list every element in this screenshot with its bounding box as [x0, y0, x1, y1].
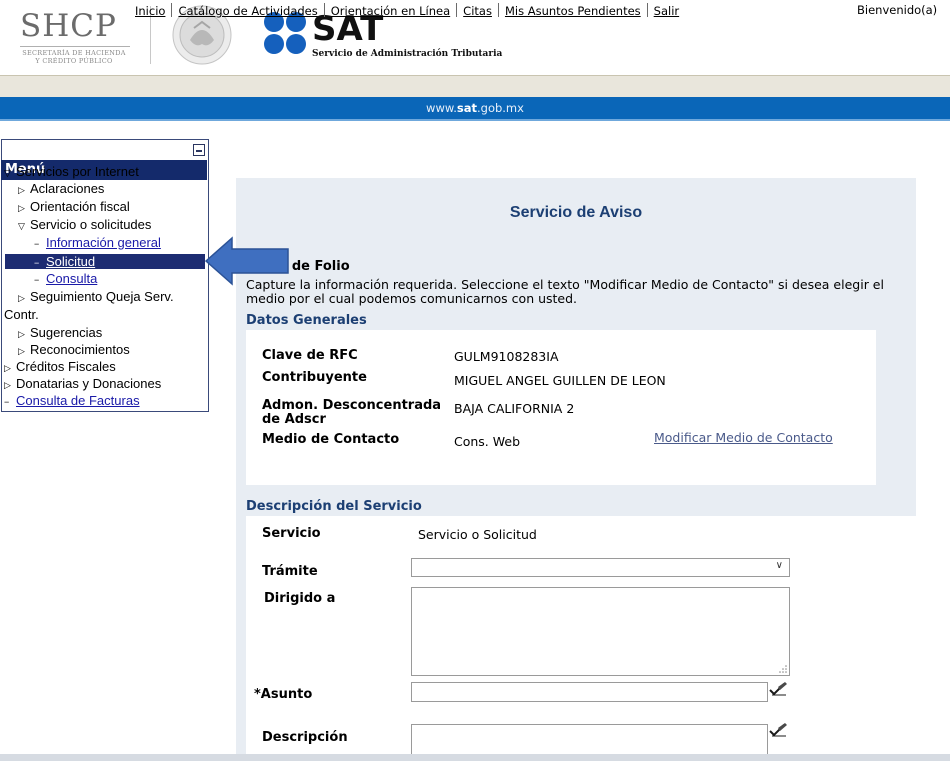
tramite-select[interactable]: ∨ [411, 558, 790, 577]
nav-separator [323, 3, 325, 17]
menu-item-label: Servicio o solicitudes [30, 217, 152, 232]
sat-logo-subtitle: Servicio de Administración Tributaria [312, 49, 503, 59]
collapsed-triangle-icon: ▷ [4, 363, 11, 373]
collapsed-triangle-icon: ▷ [4, 380, 11, 390]
shcp-logo-text: SHCP [20, 8, 117, 44]
admon-label-line1: Admon. Desconcentrada [262, 398, 442, 413]
menu-item-seguimiento-queja[interactable]: ▷ Seguimiento Queja Serv. [18, 289, 174, 304]
site-url-suffix: .gob.mx [476, 101, 524, 115]
admon-value: BAJA CALIFORNIA 2 [454, 401, 575, 416]
menu-item-consulta[interactable]: − Consulta [34, 271, 97, 286]
modificar-medio-link[interactable]: Modificar Medio de Contacto [654, 430, 833, 445]
dash-icon: − [34, 275, 40, 285]
nav-citas-link[interactable]: Citas [463, 4, 492, 18]
menu-item-donatarias[interactable]: ▷ Donatarias y Donaciones [4, 376, 161, 391]
menu-item-servicio-solicitudes[interactable]: ▽ Servicio o solicitudes [18, 217, 151, 232]
asunto-input[interactable] [411, 682, 768, 702]
menu-item-link[interactable]: Solicitud [46, 254, 95, 269]
menu-item-consulta-facturas[interactable]: − Consulta de Facturas [4, 393, 140, 408]
annotation-arrow-icon [204, 236, 289, 286]
menu-item-informacion-general[interactable]: − Información general [34, 235, 161, 250]
spellcheck-icon[interactable] [768, 722, 788, 738]
menu-item-label: Sugerencias [30, 325, 103, 340]
menu-item-sugerencias[interactable]: ▷ Sugerencias [18, 325, 102, 340]
site-url: www.sat.gob.mx [0, 101, 950, 115]
menu-item-link[interactable]: Consulta de Facturas [16, 393, 140, 408]
nav-asuntos-link[interactable]: Mis Asuntos Pendientes [505, 4, 641, 18]
menu-item-label: Créditos Fiscales [16, 359, 116, 374]
admon-label: Admon. Desconcentrada de Adscr [262, 399, 441, 427]
menu-item-seguimiento-queja-cont[interactable]: Contr. [4, 307, 39, 322]
site-url-brand: sat [456, 101, 477, 115]
nav-separator [456, 3, 458, 17]
shcp-subtitle-line2: Y CRÉDITO PÚBLICO [35, 57, 113, 65]
nav-orientacion-link[interactable]: Orientación en Línea [331, 4, 450, 18]
collapsed-triangle-icon: ▷ [18, 293, 25, 303]
chevron-down-icon: ∨ [775, 560, 783, 571]
dash-icon: − [34, 258, 40, 268]
asunto-label: *Asunto [254, 687, 313, 702]
taskbar-strip [0, 754, 950, 761]
menu-item-label: Reconocimientos [30, 342, 130, 357]
nav-salir-link[interactable]: Salir [654, 4, 679, 18]
expanded-triangle-icon: ▽ [18, 221, 25, 231]
section-title-descripcion: Descripción del Servicio [246, 499, 422, 514]
menu-item-creditos-fiscales[interactable]: ▷ Créditos Fiscales [4, 359, 116, 374]
site-url-prefix: www. [426, 101, 457, 115]
medio-contacto-value: Cons. Web [454, 434, 521, 449]
dirigido-label: Dirigido a [264, 591, 336, 606]
rfc-value: GULM9108283IA [454, 349, 559, 364]
collapsed-triangle-icon: ▷ [18, 329, 25, 339]
shcp-subtitle-line1: SECRETARÍA DE HACIENDA [22, 49, 126, 57]
nav-inicio-link[interactable]: Inicio [135, 4, 165, 18]
menu-item-aclaraciones[interactable]: ▷ Aclaraciones [18, 181, 104, 196]
menu-item-orientacion-fiscal[interactable]: ▷ Orientación fiscal [18, 199, 130, 214]
collapsed-triangle-icon: ▷ [18, 346, 25, 356]
admon-label-line2: de Adscr [262, 412, 326, 427]
nav-links: Inicio Catálogo de Actividades Orientación… [135, 3, 679, 18]
nav-separator [171, 3, 173, 17]
resize-grip-icon[interactable] [779, 665, 787, 673]
menu-item-label: Donatarias y Donaciones [16, 376, 162, 391]
descripcion-textarea[interactable] [411, 724, 768, 758]
menu-item-reconocimientos[interactable]: ▷ Reconocimientos [18, 342, 130, 357]
servicio-value: Servicio o Solicitud [418, 527, 537, 542]
contribuyente-value: MIGUEL ANGEL GUILLEN DE LEON [454, 373, 666, 388]
menu-collapse-icon[interactable] [193, 144, 205, 156]
spellcheck-icon[interactable] [768, 681, 788, 697]
dirigido-textarea[interactable] [411, 587, 790, 676]
dash-icon: − [4, 397, 10, 407]
menu-item-solicitud[interactable]: − Solicitud [34, 254, 95, 269]
contribuyente-label: Contribuyente [262, 370, 367, 385]
site-banner-rule [0, 119, 950, 121]
collapsed-triangle-icon: ▷ [18, 203, 25, 213]
descripcion-label: Descripción [262, 730, 348, 745]
menu-item-label: Seguimiento Queja Serv. [30, 289, 174, 304]
rfc-label: Clave de RFC [262, 348, 358, 363]
menu-item-link[interactable]: Información general [46, 235, 161, 250]
tramite-label: Trámite [262, 564, 318, 579]
menu-item-servicios-internet[interactable]: ▽ Servicios por Internet [4, 164, 139, 179]
menu-item-label: Orientación fiscal [30, 199, 130, 214]
collapsed-triangle-icon: ▷ [18, 185, 25, 195]
page-title: Servicio de Aviso [509, 204, 643, 221]
shcp-logo-subtitle: SECRETARÍA DE HACIENDA Y CRÉDITO PÚBLICO [14, 49, 134, 65]
nav-separator [497, 3, 499, 17]
shcp-logo-rule [20, 46, 130, 47]
top-navigation [0, 75, 950, 98]
menu-item-label: Servicios por Internet [16, 164, 139, 179]
nav-catalogo-link[interactable]: Catálogo de Actividades [178, 4, 317, 18]
section-title-datos: Datos Generales [246, 313, 367, 328]
servicio-label: Servicio [262, 526, 321, 541]
nav-separator [646, 3, 648, 17]
welcome-text: Bienvenido(a) [857, 3, 938, 17]
medio-contacto-label: Medio de Contacto [262, 432, 400, 447]
dash-icon: − [34, 239, 40, 249]
expanded-triangle-icon: ▽ [4, 168, 11, 178]
menu-item-label: Aclaraciones [30, 181, 105, 196]
menu-item-link[interactable]: Consulta [46, 271, 97, 286]
menu-item-label: Contr. [4, 307, 39, 322]
instructions-text: Capture la información requerida. Selecc… [246, 277, 884, 306]
